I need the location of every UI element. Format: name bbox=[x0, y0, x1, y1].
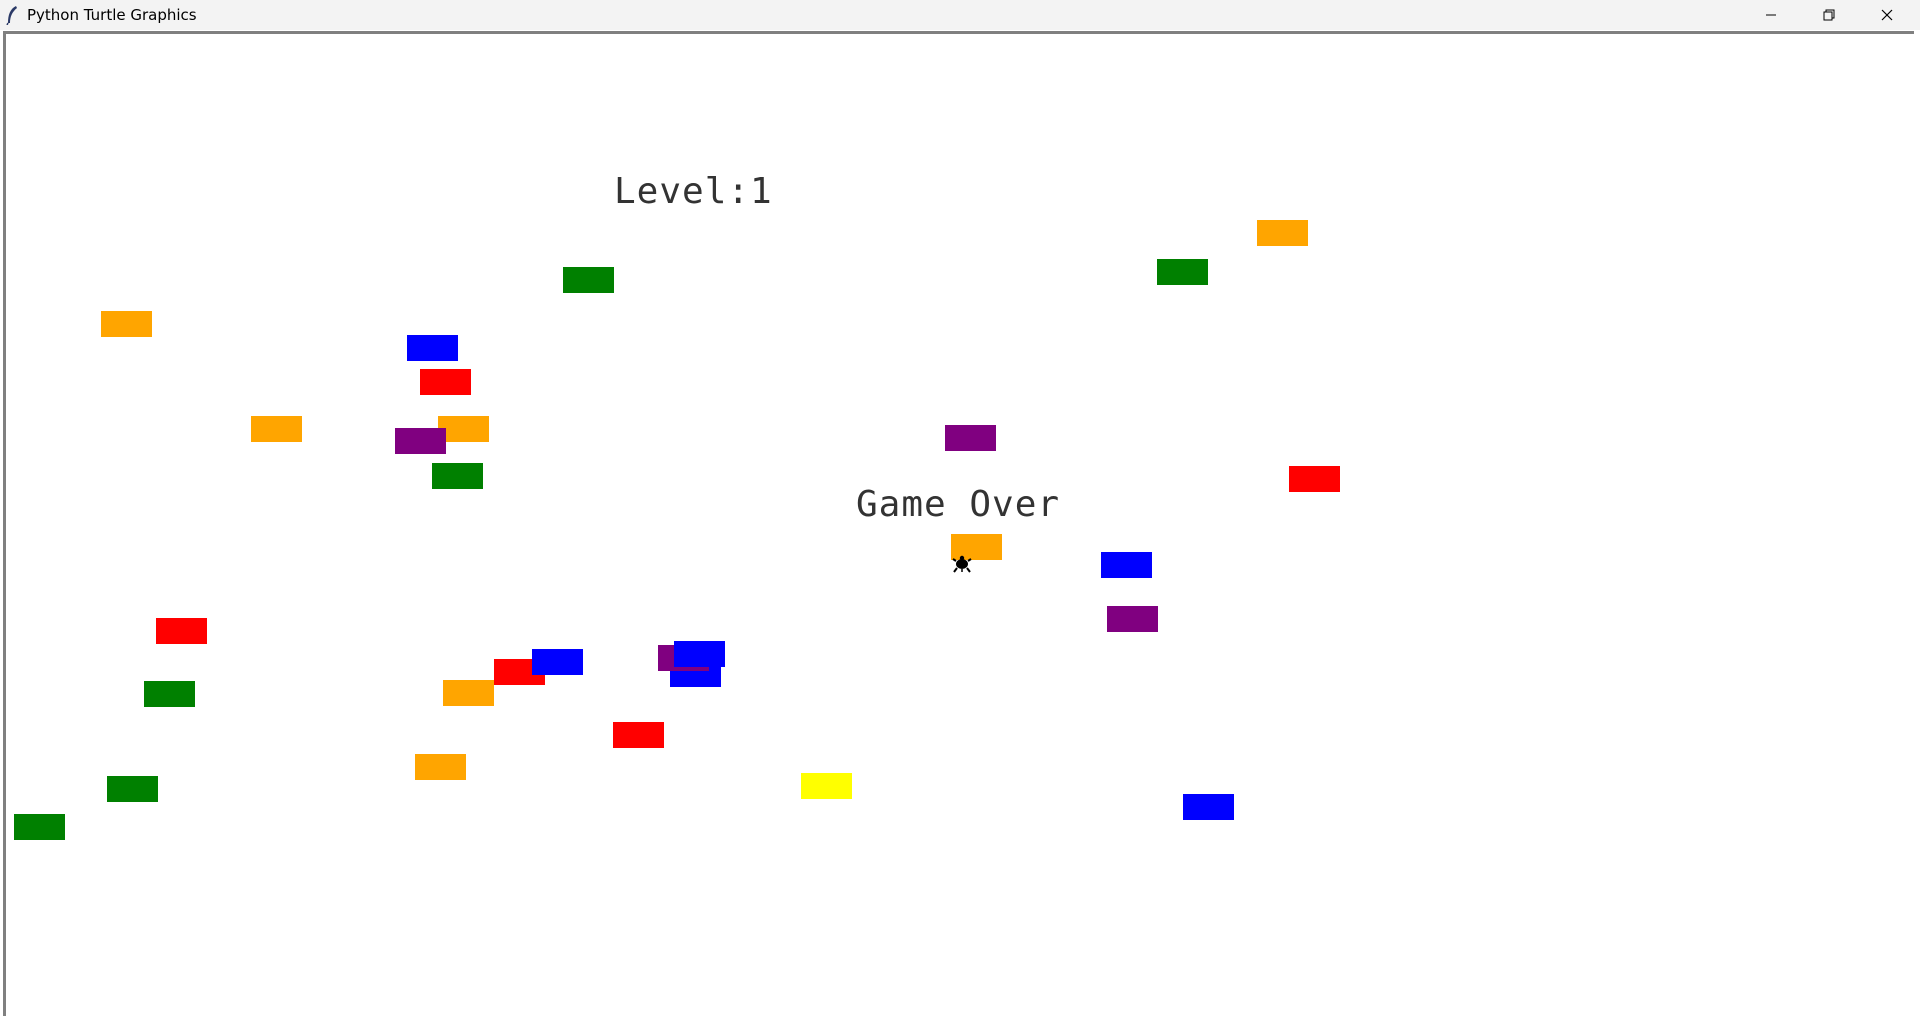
car-block-blue bbox=[1183, 794, 1234, 820]
car-block-green bbox=[563, 267, 614, 293]
car-block-orange bbox=[101, 311, 152, 337]
turtle-icon bbox=[952, 555, 972, 573]
minimize-icon bbox=[1766, 14, 1776, 16]
restore-icon bbox=[1823, 9, 1835, 21]
feather-icon bbox=[6, 6, 17, 25]
window-title: Python Turtle Graphics bbox=[27, 6, 197, 24]
car-block-purple bbox=[945, 425, 996, 451]
close-icon bbox=[1881, 9, 1893, 21]
car-block-orange bbox=[443, 680, 494, 706]
car-block-green bbox=[144, 681, 195, 707]
car-block-purple bbox=[395, 428, 446, 454]
game-over-label: Game Over bbox=[856, 484, 1061, 525]
level-label: Level:1 bbox=[614, 171, 773, 212]
car-block-yellow bbox=[801, 773, 852, 799]
car-block-orange bbox=[251, 416, 302, 442]
car-block-red bbox=[1289, 466, 1340, 492]
car-block-orange bbox=[415, 754, 466, 780]
game-canvas[interactable]: Level:1 Game Over bbox=[6, 34, 1914, 1016]
close-button[interactable] bbox=[1858, 0, 1916, 30]
car-block-purple bbox=[1107, 606, 1158, 632]
car-block-blue bbox=[407, 335, 458, 361]
car-block-green bbox=[432, 463, 483, 489]
car-block-blue bbox=[532, 649, 583, 675]
minimize-button[interactable] bbox=[1742, 0, 1800, 30]
car-block-green bbox=[14, 814, 65, 840]
car-block-red bbox=[613, 722, 664, 748]
title-bar: Python Turtle Graphics bbox=[0, 0, 1920, 30]
car-block-green bbox=[107, 776, 158, 802]
car-block-red bbox=[156, 618, 207, 644]
car-block-blue bbox=[674, 641, 725, 667]
car-block-orange bbox=[1257, 220, 1308, 246]
car-block-green bbox=[1157, 259, 1208, 285]
restore-button[interactable] bbox=[1800, 0, 1858, 30]
car-block-red bbox=[420, 369, 471, 395]
car-block-blue bbox=[1101, 552, 1152, 578]
